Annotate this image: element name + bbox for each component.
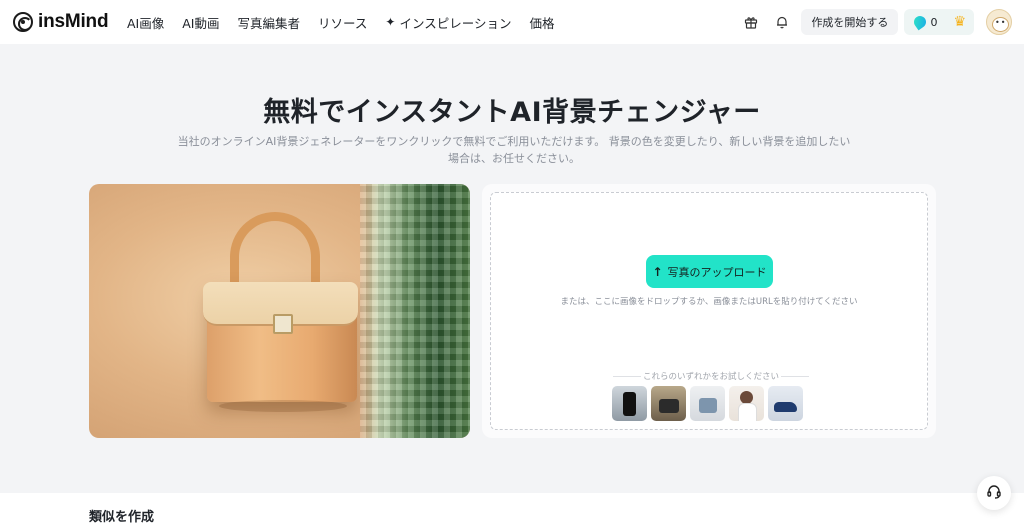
menu-item-photo-editor[interactable]: 写真編集者 [238,13,301,32]
main-menu: AI画像 AI動画 写真編集者 リソース ✦ インスピレーション 価格 [127,0,573,44]
menu-item-ai-video[interactable]: AI動画 [182,13,219,32]
bell-icon[interactable] [773,13,791,31]
credits-badge[interactable]: 0 ♛ [904,9,974,35]
upload-photo-button[interactable]: ↑ 写真のアップロード [646,255,773,288]
page-subtitle: 当社のオンラインAI背景ジェネレーターをワンクリックで無料でご利用いただけます。… [177,135,851,165]
drop-zone[interactable]: ↑ 写真のアップロード または、ここに画像をドロップするか、画像またはURLを貼… [490,192,928,430]
try-samples-label: これらのいずれかをお試しください [611,370,811,382]
top-nav: insMind AI画像 AI動画 写真編集者 リソース ✦ インスピレーション… [0,0,1024,44]
sample-bag-dark[interactable] [651,386,686,421]
nav-actions: 作成を開始する 0 ♛ [742,0,1024,44]
brand-logo[interactable]: insMind [13,11,109,33]
menu-item-pricing[interactable]: 価格 [529,13,554,32]
credit-gem-icon [912,13,929,31]
sample-bag-blue[interactable] [690,386,725,421]
menu-item-inspiration[interactable]: ✦ インスピレーション [385,13,511,32]
support-button[interactable] [977,476,1011,510]
brand-name: insMind [38,11,109,32]
sample-shoe[interactable] [768,386,803,421]
crown-icon: ♛ [953,14,966,30]
menu-item-ai-image[interactable]: AI画像 [127,13,164,32]
section-title: 類似を作成 [89,510,155,524]
gift-icon[interactable] [742,13,760,31]
preview-image [89,184,470,438]
sample-images [612,386,807,421]
sample-bottle[interactable] [612,386,647,421]
upload-button-label: 写真のアップロード [667,265,767,279]
headset-icon [986,483,1002,503]
credits-count: 0 [930,15,938,29]
sample-model[interactable] [729,386,764,421]
logo-icon [13,12,33,32]
page-title: 無料でインスタントAI背景チェンジャー [263,97,761,128]
menu-item-inspiration-label: インスピレーション [399,15,512,31]
create-start-button[interactable]: 作成を開始する [801,9,899,35]
upload-icon: ↑ [652,264,663,279]
drop-hint: または、ここに画像をドロップするか、画像またはURLを貼り付けてください [560,297,858,307]
menu-item-resources[interactable]: リソース [318,13,367,32]
avatar[interactable] [986,9,1012,35]
pixelated-background [360,184,470,438]
bag-shadow [219,400,347,412]
bag-lock [273,314,293,334]
upload-panel: ↑ 写真のアップロード または、ここに画像をドロップするか、画像またはURLを貼… [482,184,936,438]
sparkle-icon: ✦ [385,15,396,29]
